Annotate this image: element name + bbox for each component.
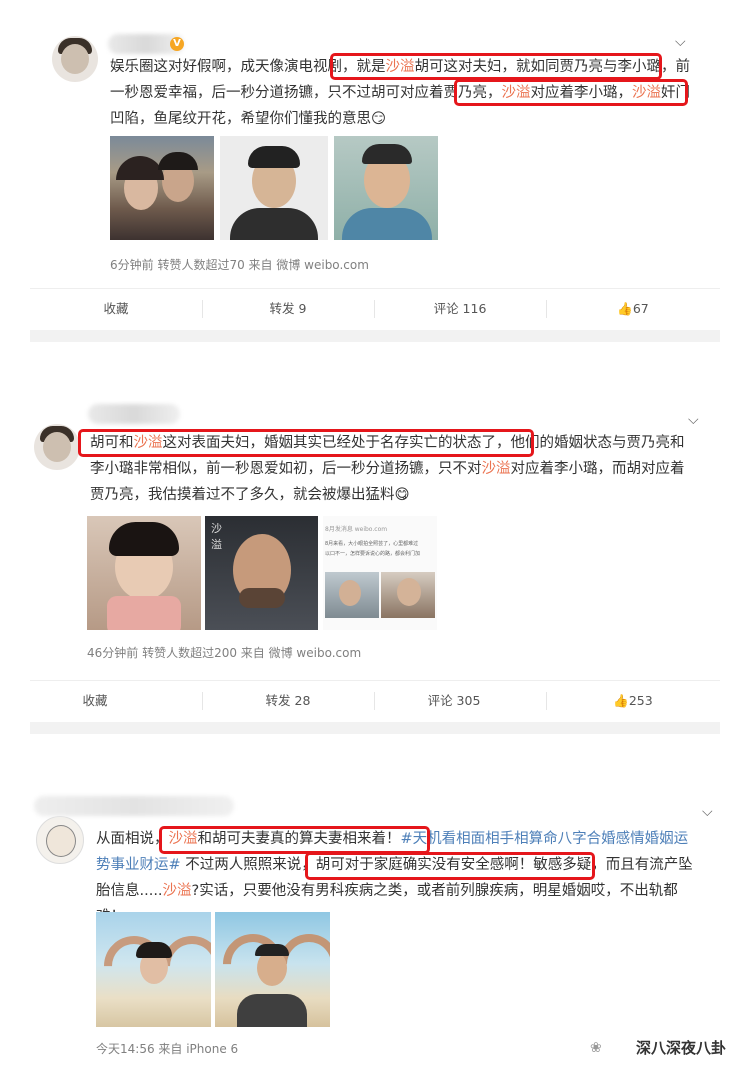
action-bar: 收藏 转发 9 评论 116 👍67	[30, 288, 720, 329]
post-meta: 6分钟前 转赞人数超过70 来自 微博 weibo.com	[110, 258, 369, 272]
avatar-face	[43, 432, 71, 462]
favorite-button[interactable]: 收藏	[30, 289, 202, 329]
hashtag-name: 沙溢	[162, 883, 192, 899]
post-image-2[interactable]: 沙溢	[205, 516, 318, 630]
post-image-1[interactable]	[87, 516, 201, 630]
post-image-1[interactable]	[96, 912, 211, 1027]
action-bar: 收藏 转发 28 评论 305 👍253	[30, 680, 720, 721]
highlight-box	[330, 53, 662, 80]
weibo-post-1: V ⌵ 娱乐圈这对好假啊，成天像演电视剧，就是沙溢胡可这对夫妇，就如同贾乃亮与李…	[30, 20, 720, 340]
blurred-username[interactable]	[88, 404, 180, 424]
avatar-face	[46, 825, 76, 857]
weibo-post-3: ⌵ 从面相说，沙溢和胡可夫妻真的算夫妻相来着！#天机看相面相手相算命八字合婚感情…	[30, 790, 720, 1080]
highlight-box	[305, 852, 595, 880]
thumbs-up-icon: 👍	[613, 693, 629, 708]
hashtag-name: 沙溢	[481, 461, 511, 477]
user-avatar[interactable]	[34, 424, 80, 470]
post-meta: 46分钟前 转赞人数超过200 来自 微博 weibo.com	[87, 646, 362, 660]
post-meta: 今天14:56 来自 iPhone 6	[96, 1042, 239, 1056]
post-image-3[interactable]: 8月发消息 weibo.com 8月来看，大小眼拍全照芸了，心里都难过 以口不一…	[323, 516, 437, 630]
repost-button[interactable]: 转发 9	[202, 289, 374, 329]
chevron-down-icon[interactable]: ⌵	[688, 413, 700, 427]
like-button[interactable]: 👍67	[546, 289, 720, 329]
verified-icon: V	[170, 37, 184, 51]
post-image-3[interactable]	[334, 136, 438, 240]
post-image-2[interactable]	[215, 912, 330, 1027]
user-avatar[interactable]	[36, 816, 84, 864]
weibo-post-2: ⌵ 胡可和沙溢这对表面夫妇，婚姻其实已经处于名存实亡的状态了，他们的婚姻状态与贾…	[30, 398, 720, 728]
comment-button[interactable]: 评论 305	[374, 681, 534, 721]
thumb-text: 以口不一，怎样要诉说心的路，都会利门加	[325, 551, 421, 557]
feed-divider	[30, 722, 720, 734]
wechat-icon: ❀	[590, 1040, 602, 1056]
thumbs-up-icon: 👍	[617, 301, 633, 316]
user-avatar[interactable]	[52, 36, 98, 82]
highlight-box	[78, 429, 534, 457]
post-image-1[interactable]	[110, 136, 214, 240]
highlight-box	[159, 826, 430, 854]
emoji: 😋	[394, 487, 410, 503]
like-button[interactable]: 👍253	[546, 681, 720, 721]
highlight-box	[454, 79, 688, 106]
feed-divider	[30, 330, 720, 342]
emoji: 😏	[371, 111, 387, 127]
post-image-2[interactable]	[220, 136, 328, 240]
thumb-text: 8月来看，大小眼拍全照芸了，心里都难过	[325, 541, 419, 547]
thumb-text: 8月发消息 weibo.com	[325, 526, 388, 533]
chevron-down-icon[interactable]: ⌵	[702, 805, 714, 819]
comment-button[interactable]: 评论 116	[374, 289, 546, 329]
blurred-username[interactable]	[34, 796, 234, 816]
repost-button[interactable]: 转发 28	[202, 681, 374, 721]
chevron-down-icon[interactable]: ⌵	[675, 35, 687, 49]
watermark: 深八深夜八卦	[635, 1039, 726, 1057]
avatar-face	[61, 44, 89, 74]
favorite-button[interactable]: 收藏	[30, 681, 160, 721]
